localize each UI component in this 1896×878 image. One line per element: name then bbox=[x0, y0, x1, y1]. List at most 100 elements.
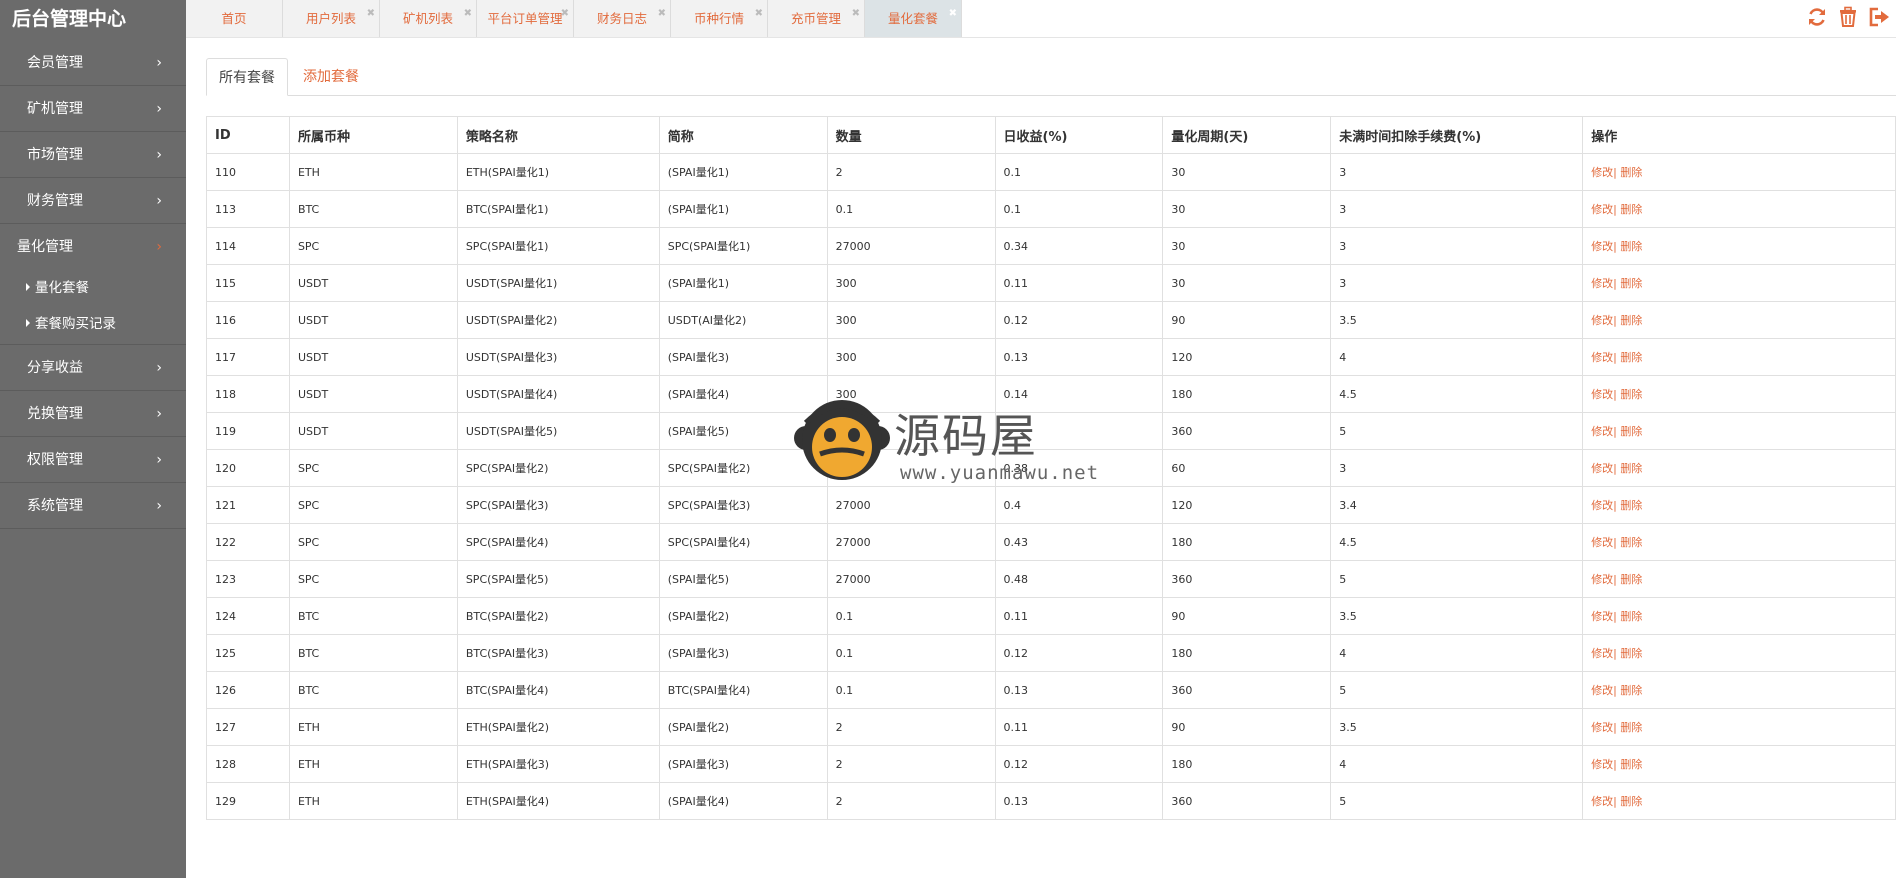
table-cell: 30 bbox=[1162, 153, 1332, 191]
edit-link[interactable]: 修改| bbox=[1591, 277, 1617, 290]
sidebar-item[interactable]: 兑换管理 › bbox=[0, 391, 186, 437]
edit-link[interactable]: 修改| bbox=[1591, 425, 1617, 438]
top-tab[interactable]: 币种行情 ✖ bbox=[671, 0, 768, 37]
edit-link[interactable]: 修改| bbox=[1591, 240, 1617, 253]
edit-link[interactable]: 修改| bbox=[1591, 610, 1617, 623]
top-tab-label: 首页 bbox=[221, 11, 247, 26]
edit-link[interactable]: 修改| bbox=[1591, 462, 1617, 475]
edit-link[interactable]: 修改| bbox=[1591, 203, 1617, 216]
edit-link[interactable]: 修改| bbox=[1591, 795, 1617, 808]
chevron-right-icon: › bbox=[156, 147, 162, 163]
sidebar-subitem[interactable]: 量化套餐 bbox=[0, 270, 186, 306]
delete-link[interactable]: 删除 bbox=[1617, 388, 1642, 401]
table-cell: 0.11 bbox=[994, 597, 1164, 635]
sidebar-item[interactable]: 系统管理 › bbox=[0, 483, 186, 529]
logout-icon[interactable] bbox=[1868, 6, 1890, 28]
table-cell: BTC bbox=[288, 634, 458, 672]
close-icon[interactable]: ✖ bbox=[755, 0, 763, 32]
edit-link[interactable]: 修改| bbox=[1591, 314, 1617, 327]
table-cell: 0.1 bbox=[826, 671, 996, 709]
edit-link[interactable]: 修改| bbox=[1591, 166, 1617, 179]
delete-link[interactable]: 删除 bbox=[1617, 647, 1642, 660]
table-cell: SPC(SPAI量化5) bbox=[456, 560, 660, 598]
table-cell: SPC(SPAI量化2) bbox=[456, 449, 660, 487]
delete-link[interactable]: 删除 bbox=[1617, 240, 1642, 253]
top-tab-label: 用户列表 bbox=[305, 11, 356, 26]
tab-all-packages[interactable]: 所有套餐 bbox=[206, 58, 288, 96]
row-actions: 修改| 删除 bbox=[1582, 560, 1896, 598]
tab-add-package[interactable]: 添加套餐 bbox=[303, 58, 359, 96]
delete-link[interactable]: 删除 bbox=[1617, 277, 1642, 290]
delete-link[interactable]: 删除 bbox=[1617, 536, 1642, 549]
table-cell: 2 bbox=[826, 708, 996, 746]
delete-link[interactable]: 删除 bbox=[1617, 721, 1642, 734]
edit-link[interactable]: 修改| bbox=[1591, 684, 1617, 697]
delete-link[interactable]: 删除 bbox=[1617, 758, 1642, 771]
chevron-right-icon: › bbox=[156, 101, 162, 117]
top-tab[interactable]: 首页 bbox=[186, 0, 283, 37]
table-cell: 3.5 bbox=[1330, 708, 1584, 746]
close-icon[interactable]: ✖ bbox=[949, 0, 957, 32]
delete-link[interactable]: 删除 bbox=[1617, 314, 1642, 327]
edit-link[interactable]: 修改| bbox=[1591, 536, 1617, 549]
delete-link[interactable]: 删除 bbox=[1617, 795, 1642, 808]
table-cell: (SPAI量化3) bbox=[658, 745, 828, 783]
edit-link[interactable]: 修改| bbox=[1591, 573, 1617, 586]
sidebar-item[interactable]: 矿机管理 › bbox=[0, 86, 186, 132]
delete-link[interactable]: 删除 bbox=[1617, 166, 1642, 179]
edit-link[interactable]: 修改| bbox=[1591, 758, 1617, 771]
delete-link[interactable]: 删除 bbox=[1617, 203, 1642, 216]
edit-link[interactable]: 修改| bbox=[1591, 647, 1617, 660]
table-cell: (SPAI量化4) bbox=[658, 782, 828, 820]
delete-link[interactable]: 删除 bbox=[1617, 462, 1642, 475]
table-cell: 2 bbox=[826, 782, 996, 820]
top-tab[interactable]: 平台订单管理 ✖ bbox=[477, 0, 574, 37]
table-cell: 0.1 bbox=[826, 597, 996, 635]
table-cell: BTC(SPAI量化2) bbox=[456, 597, 660, 635]
trash-icon[interactable] bbox=[1837, 6, 1859, 28]
edit-link[interactable]: 修改| bbox=[1591, 351, 1617, 364]
table-cell: SPC(SPAI量化3) bbox=[658, 486, 828, 524]
delete-link[interactable]: 删除 bbox=[1617, 425, 1642, 438]
top-tab[interactable]: 充币管理 ✖ bbox=[768, 0, 865, 37]
sidebar-item[interactable]: 权限管理 › bbox=[0, 437, 186, 483]
sidebar-item[interactable]: 量化管理 › bbox=[0, 224, 186, 270]
close-icon[interactable]: ✖ bbox=[561, 0, 569, 32]
table-cell: 119 bbox=[206, 412, 290, 450]
row-actions: 修改| 删除 bbox=[1582, 227, 1896, 265]
table-cell: 129 bbox=[206, 782, 290, 820]
delete-link[interactable]: 删除 bbox=[1617, 573, 1642, 586]
edit-link[interactable]: 修改| bbox=[1591, 499, 1617, 512]
sidebar-item[interactable]: 财务管理 › bbox=[0, 178, 186, 224]
sidebar-subitem[interactable]: 套餐购买记录 bbox=[0, 306, 186, 342]
close-icon[interactable]: ✖ bbox=[464, 0, 472, 32]
refresh-icon[interactable] bbox=[1806, 6, 1828, 28]
table-cell: 4 bbox=[1330, 338, 1584, 376]
sidebar-item[interactable]: 市场管理 › bbox=[0, 132, 186, 178]
table-cell: 3 bbox=[1330, 190, 1584, 228]
table-row: 113 BTC BTC(SPAI量化1) (SPAI量化1) 0.1 0.1 30 3 修改| … bbox=[206, 190, 1896, 228]
edit-link[interactable]: 修改| bbox=[1591, 721, 1617, 734]
top-tab[interactable]: 量化套餐 ✖ bbox=[865, 0, 962, 37]
table-cell: SPC(SPAI量化2) bbox=[658, 449, 828, 487]
top-tab[interactable]: 矿机列表 ✖ bbox=[380, 0, 477, 37]
packages-table: ID 所属币种 策略名称 简称 数量 日收益(%) 量化周期(天) 未满时间扣除手续费(%) 操… bbox=[206, 116, 1896, 820]
table-cell: 0.1 bbox=[994, 190, 1164, 228]
top-tab[interactable]: 用户列表 ✖ bbox=[283, 0, 380, 37]
delete-link[interactable]: 删除 bbox=[1617, 610, 1642, 623]
close-icon[interactable]: ✖ bbox=[852, 0, 860, 32]
sidebar-item[interactable]: 会员管理 › bbox=[0, 40, 186, 86]
close-icon[interactable]: ✖ bbox=[367, 0, 375, 32]
top-tab[interactable]: 财务日志 ✖ bbox=[574, 0, 671, 37]
delete-link[interactable]: 删除 bbox=[1617, 351, 1642, 364]
delete-link[interactable]: 删除 bbox=[1617, 684, 1642, 697]
delete-link[interactable]: 删除 bbox=[1617, 499, 1642, 512]
table-cell: 0.48 bbox=[994, 560, 1164, 598]
edit-link[interactable]: 修改| bbox=[1591, 388, 1617, 401]
table-cell: (SPAI量化3) bbox=[658, 634, 828, 672]
chevron-right-icon: › bbox=[156, 452, 162, 468]
sidebar-item[interactable]: 分享收益 › bbox=[0, 345, 186, 391]
table-cell: USDT(SPAI量化5) bbox=[456, 412, 660, 450]
table-row: 126 BTC BTC(SPAI量化4) BTC(SPAI量化4) 0.1 0.13 360… bbox=[206, 671, 1896, 709]
close-icon[interactable]: ✖ bbox=[658, 0, 666, 32]
